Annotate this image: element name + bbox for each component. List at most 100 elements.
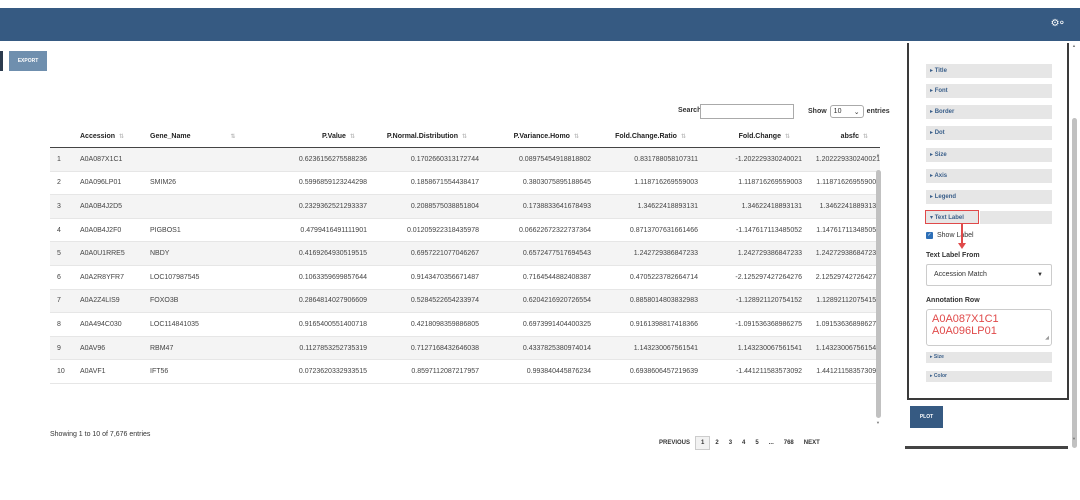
cell-p-value: 0.6236156275588236 (298, 155, 367, 163)
cell-accession: A0A494C030 (80, 320, 122, 328)
pagination-page-5[interactable]: 5 (750, 440, 763, 446)
header-gene-name[interactable]: Gene_Name ⇅ (150, 133, 240, 140)
table-info: Showing 1 to 10 of 7,676 entries (50, 431, 151, 438)
cell-index: 1 (57, 155, 61, 163)
gear-icon[interactable]: ⚙⚬ (1051, 18, 1066, 29)
header-absfc[interactable]: absfc ⇅ (802, 133, 880, 140)
table-row[interactable]: 2 A0A096LP01 SMIM26 0.5996859123244298 0.185… (50, 172, 880, 196)
cell-accession: A0A0B4J2D5 (80, 202, 123, 210)
table-row[interactable]: 4 A0A0B4J2F0 PIGBOS1 0.4799416491111901 0.01… (50, 219, 880, 243)
cell-p-variance-homo: 0.1738833641678493 (522, 202, 591, 210)
cell-p-value: 0.1063359699857644 (298, 273, 367, 281)
sort-icon: ⇅ (230, 133, 236, 140)
cell-index: 4 (57, 226, 61, 234)
page-scroll-down-icon[interactable]: ▼ (1072, 436, 1076, 441)
pagination-previous[interactable]: PREVIOUS (654, 440, 695, 446)
pagination-next[interactable]: NEXT (799, 440, 825, 446)
section-text-label-bar (980, 211, 1052, 224)
top-navbar: ⚙⚬ (0, 8, 1080, 41)
cell-absfc: 1.147617113485052 (816, 226, 880, 234)
cell-gene-name: NBDY (150, 250, 170, 258)
section-border[interactable]: ▸ Border (926, 105, 1052, 119)
sort-icon: ⇅ (119, 133, 125, 140)
table-scrollbar[interactable] (876, 170, 881, 418)
table-row[interactable]: 7 A0A2Z4LIS9 FOXO3B 0.2864814027906609 0.528… (50, 289, 880, 314)
page-length-select[interactable]: 10 ⌄ (829, 105, 864, 118)
table-scroll-down-icon[interactable]: ▼ (876, 420, 880, 425)
section-legend[interactable]: ▸ Legend (926, 190, 1052, 204)
cell-p-value: 0.4799416491111901 (300, 226, 367, 234)
header-p-value[interactable]: P.Value ⇅ (240, 133, 367, 140)
section-dot[interactable]: ▸ Dot (926, 126, 1052, 140)
search-input[interactable] (700, 104, 794, 119)
pagination-page-4[interactable]: 4 (737, 440, 750, 446)
cell-index: 3 (57, 202, 61, 210)
cell-index: 10 (57, 368, 65, 376)
cell-index: 9 (57, 344, 61, 352)
header-p-normal-distribution[interactable]: P.Normal.Distribution ⇅ (367, 133, 479, 140)
cell-index: 7 (57, 297, 61, 305)
annotation-row-value: A0A087X1C1 A0A096LP01 (932, 313, 999, 337)
export-button[interactable]: EXPORT (9, 51, 47, 71)
cell-fold-change-ratio: 0.6938606457219639 (629, 368, 698, 376)
subsection-size[interactable]: ▸ Size (926, 352, 1052, 363)
section-axis[interactable]: ▸ Axis (926, 169, 1052, 183)
table-row[interactable]: 3 A0A0B4J2D5 0.2329362521293337 0.208857503… (50, 195, 880, 219)
cell-absfc: 1.441211583573092 (816, 368, 880, 376)
page-scrollbar[interactable]: ▲ ▼ (1071, 43, 1078, 448)
collapsed-sidebar-toggle[interactable] (0, 51, 3, 71)
section-title[interactable]: ▸ Title (926, 64, 1052, 78)
page-scroll-thumb[interactable] (1072, 118, 1077, 448)
table-row[interactable]: 5 A0A0U1RRE5 NBDY 0.4169264930519515 0.69572… (50, 242, 880, 266)
cell-fold-change-ratio: 0.8858014803832983 (629, 297, 698, 305)
cell-p-normal-distribution: 0.7127168432646038 (410, 344, 479, 352)
table-row[interactable]: 8 A0A494C030 LOC114841035 0.916540055140071… (50, 313, 880, 337)
cell-fold-change-ratio: 1.143230067561541 (633, 344, 698, 352)
table-row[interactable]: 1 A0A087X1C1 0.6236156275588236 0.170266031… (50, 148, 880, 172)
cell-p-normal-distribution: 0.9143470356671487 (410, 273, 479, 281)
annotation-row-input[interactable]: A0A087X1C1 A0A096LP01 ◢ (926, 309, 1052, 346)
subsection-color[interactable]: ▸ Color (926, 371, 1052, 382)
header-fold-change[interactable]: Fold.Change ⇅ (698, 133, 802, 140)
text-label-from-select[interactable]: Accession Match ▼ (926, 264, 1052, 286)
plot-button[interactable]: PLOT (910, 406, 943, 428)
pagination-page-3[interactable]: 3 (724, 440, 737, 446)
cell-fold-change: -1.091536368986275 (735, 320, 802, 328)
pagination-page-2[interactable]: 2 (710, 440, 723, 446)
sort-icon: ⇅ (349, 133, 355, 140)
caret-down-icon: ▼ (1037, 272, 1043, 278)
page-scroll-up-icon[interactable]: ▲ (1072, 43, 1076, 48)
panel-bottom-bar (905, 446, 1068, 449)
cell-index: 6 (57, 273, 61, 281)
table-row[interactable]: 6 A0A2R8YFR7 LOC107987545 0.106335969985764… (50, 266, 880, 290)
resize-handle-icon[interactable]: ◢ (1045, 332, 1049, 344)
header-p-variance-homo[interactable]: P.Variance.Homo ⇅ (479, 133, 591, 140)
cell-p-variance-homo: 0.3803075895188645 (522, 179, 591, 187)
pagination-page-1[interactable]: 1 (695, 436, 711, 450)
header-fold-change-ratio[interactable]: Fold.Change.Ratio ⇅ (591, 133, 698, 140)
sort-icon: ⇅ (862, 133, 868, 140)
cell-accession: A0A0B4J2F0 (80, 226, 122, 234)
table-row[interactable]: 9 A0AV96 RBM47 0.1127853252735319 0.71271684… (50, 336, 880, 361)
header-accession[interactable]: Accession ⇅ (80, 133, 150, 140)
sort-icon: ⇅ (461, 133, 467, 140)
cell-index: 8 (57, 320, 61, 328)
cell-p-variance-homo: 0.7164544882408387 (522, 273, 591, 281)
show-label-checkbox[interactable]: ✓ Show Label (926, 232, 974, 239)
cell-index: 5 (57, 250, 61, 258)
cell-p-value: 0.0723620332933515 (298, 368, 367, 376)
pagination-page-768[interactable]: 768 (779, 440, 799, 446)
table-scroll-up-icon[interactable]: ▲ (876, 152, 880, 157)
cell-accession: A0A2R8YFR7 (80, 273, 124, 281)
cell-fold-change-ratio: 1.242729386847233 (633, 250, 698, 258)
cell-gene-name: SMIM26 (150, 179, 177, 187)
section-size[interactable]: ▸ Size (926, 148, 1052, 162)
table-row[interactable]: 10 A0AVF1 IFT56 0.0723620332933515 0.8597112… (50, 360, 880, 384)
cell-accession: A0AVF1 (80, 368, 106, 376)
section-text-label[interactable]: ▾ Text Label (925, 210, 979, 224)
cell-fold-change: 1.143230067561541 (737, 344, 802, 352)
cell-p-variance-homo: 0.06622672322737364 (518, 226, 591, 234)
cell-absfc: 1.091536368986275 (815, 320, 880, 328)
cell-p-variance-homo: 0.6973991404400325 (522, 320, 591, 328)
section-font[interactable]: ▸ Font (926, 84, 1052, 98)
